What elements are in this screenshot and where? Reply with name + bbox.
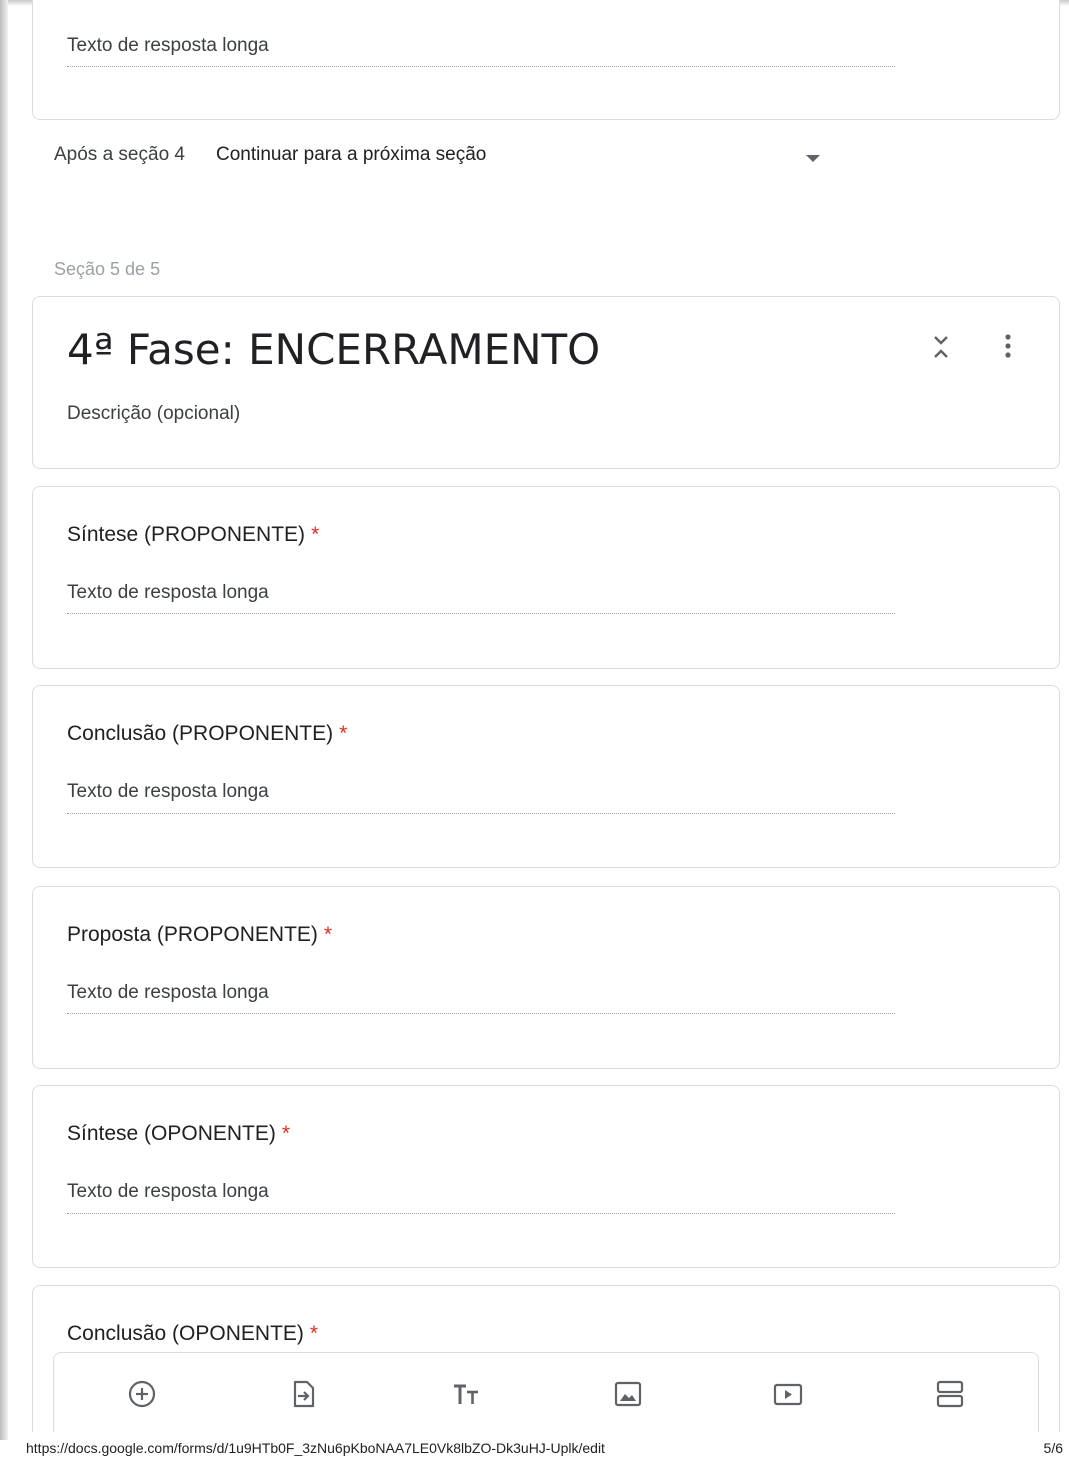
section-description-field[interactable]: Descrição (opcional) xyxy=(67,403,240,425)
required-asterisk: * xyxy=(311,523,320,546)
add-video-icon[interactable] xyxy=(773,1379,803,1409)
question-card[interactable]: Síntese (PROPONENTE) * Texto de resposta … xyxy=(32,486,1060,669)
add-question-icon[interactable] xyxy=(127,1379,157,1409)
answer-placeholder: Texto de resposta longa xyxy=(67,582,269,603)
required-asterisk: * xyxy=(323,923,333,946)
question-card[interactable]: Síntese (OPONENTE) * Texto de resposta lo… xyxy=(32,1085,1060,1268)
answer-placeholder: Texto de resposta longa xyxy=(67,35,269,56)
page-number: 5/6 xyxy=(1043,1440,1063,1456)
page-url: https://docs.google.com/forms/d/1u9HTb0F… xyxy=(26,1440,605,1456)
question-title: Conclusão (OPONENTE) * xyxy=(67,1322,318,1346)
answer-placeholder: Texto de resposta longa xyxy=(67,781,269,802)
chevron-down-icon[interactable] xyxy=(806,155,820,162)
after-section-label: Após a seção 4 xyxy=(54,144,185,165)
required-asterisk: * xyxy=(309,1322,319,1345)
question-card[interactable]: Conclusão (PROPONENTE) * Texto de respost… xyxy=(32,685,1060,868)
required-asterisk: * xyxy=(339,722,348,745)
section-counter: Seção 5 de 5 xyxy=(54,259,161,279)
section-title[interactable]: 4ª Fase: ENCERRAMENTO xyxy=(67,325,600,374)
question-title: Conclusão (PROPONENTE) * xyxy=(67,722,347,746)
more-options-icon[interactable] xyxy=(1001,333,1015,359)
question-title: Síntese (OPONENTE) * xyxy=(67,1122,290,1146)
question-title-text: Conclusão (OPONENTE) xyxy=(67,1322,304,1345)
import-questions-icon[interactable] xyxy=(289,1379,319,1409)
question-toolbar xyxy=(53,1352,1039,1432)
page-edge-left xyxy=(0,0,8,1440)
add-section-icon[interactable] xyxy=(935,1379,965,1409)
previous-question-card[interactable]: Texto de resposta longa xyxy=(32,0,1060,120)
question-card[interactable]: Proposta (PROPONENTE) * Texto de resposta… xyxy=(32,886,1060,1069)
print-footer: https://docs.google.com/forms/d/1u9HTb0F… xyxy=(0,1432,1069,1470)
after-section-dropdown[interactable]: Continuar para a próxima seção xyxy=(216,144,486,166)
answer-underline xyxy=(67,813,895,814)
question-title-text: Proposta (PROPONENTE) xyxy=(67,923,318,946)
answer-underline xyxy=(67,1213,895,1214)
answer-placeholder: Texto de resposta longa xyxy=(67,982,269,1003)
answer-underline xyxy=(67,66,895,67)
answer-underline xyxy=(67,1013,895,1014)
collapse-section-icon[interactable] xyxy=(931,333,951,361)
question-title-text: Síntese (OPONENTE) xyxy=(67,1122,276,1145)
section-header-card[interactable]: 4ª Fase: ENCERRAMENTO Descrição (opciona… xyxy=(32,296,1060,469)
answer-placeholder: Texto de resposta longa xyxy=(67,1181,269,1202)
required-asterisk: * xyxy=(281,1122,291,1145)
question-title-text: Conclusão (PROPONENTE) xyxy=(67,722,334,745)
form-editor-page: Texto de resposta longa Após a seção 4 C… xyxy=(0,0,1069,1470)
answer-underline xyxy=(67,613,895,614)
question-title-text: Síntese (PROPONENTE) xyxy=(67,523,306,546)
question-title: Síntese (PROPONENTE) * xyxy=(67,523,319,547)
add-image-icon[interactable] xyxy=(613,1379,643,1409)
add-title-icon[interactable] xyxy=(451,1379,481,1409)
question-title: Proposta (PROPONENTE) * xyxy=(67,923,332,947)
